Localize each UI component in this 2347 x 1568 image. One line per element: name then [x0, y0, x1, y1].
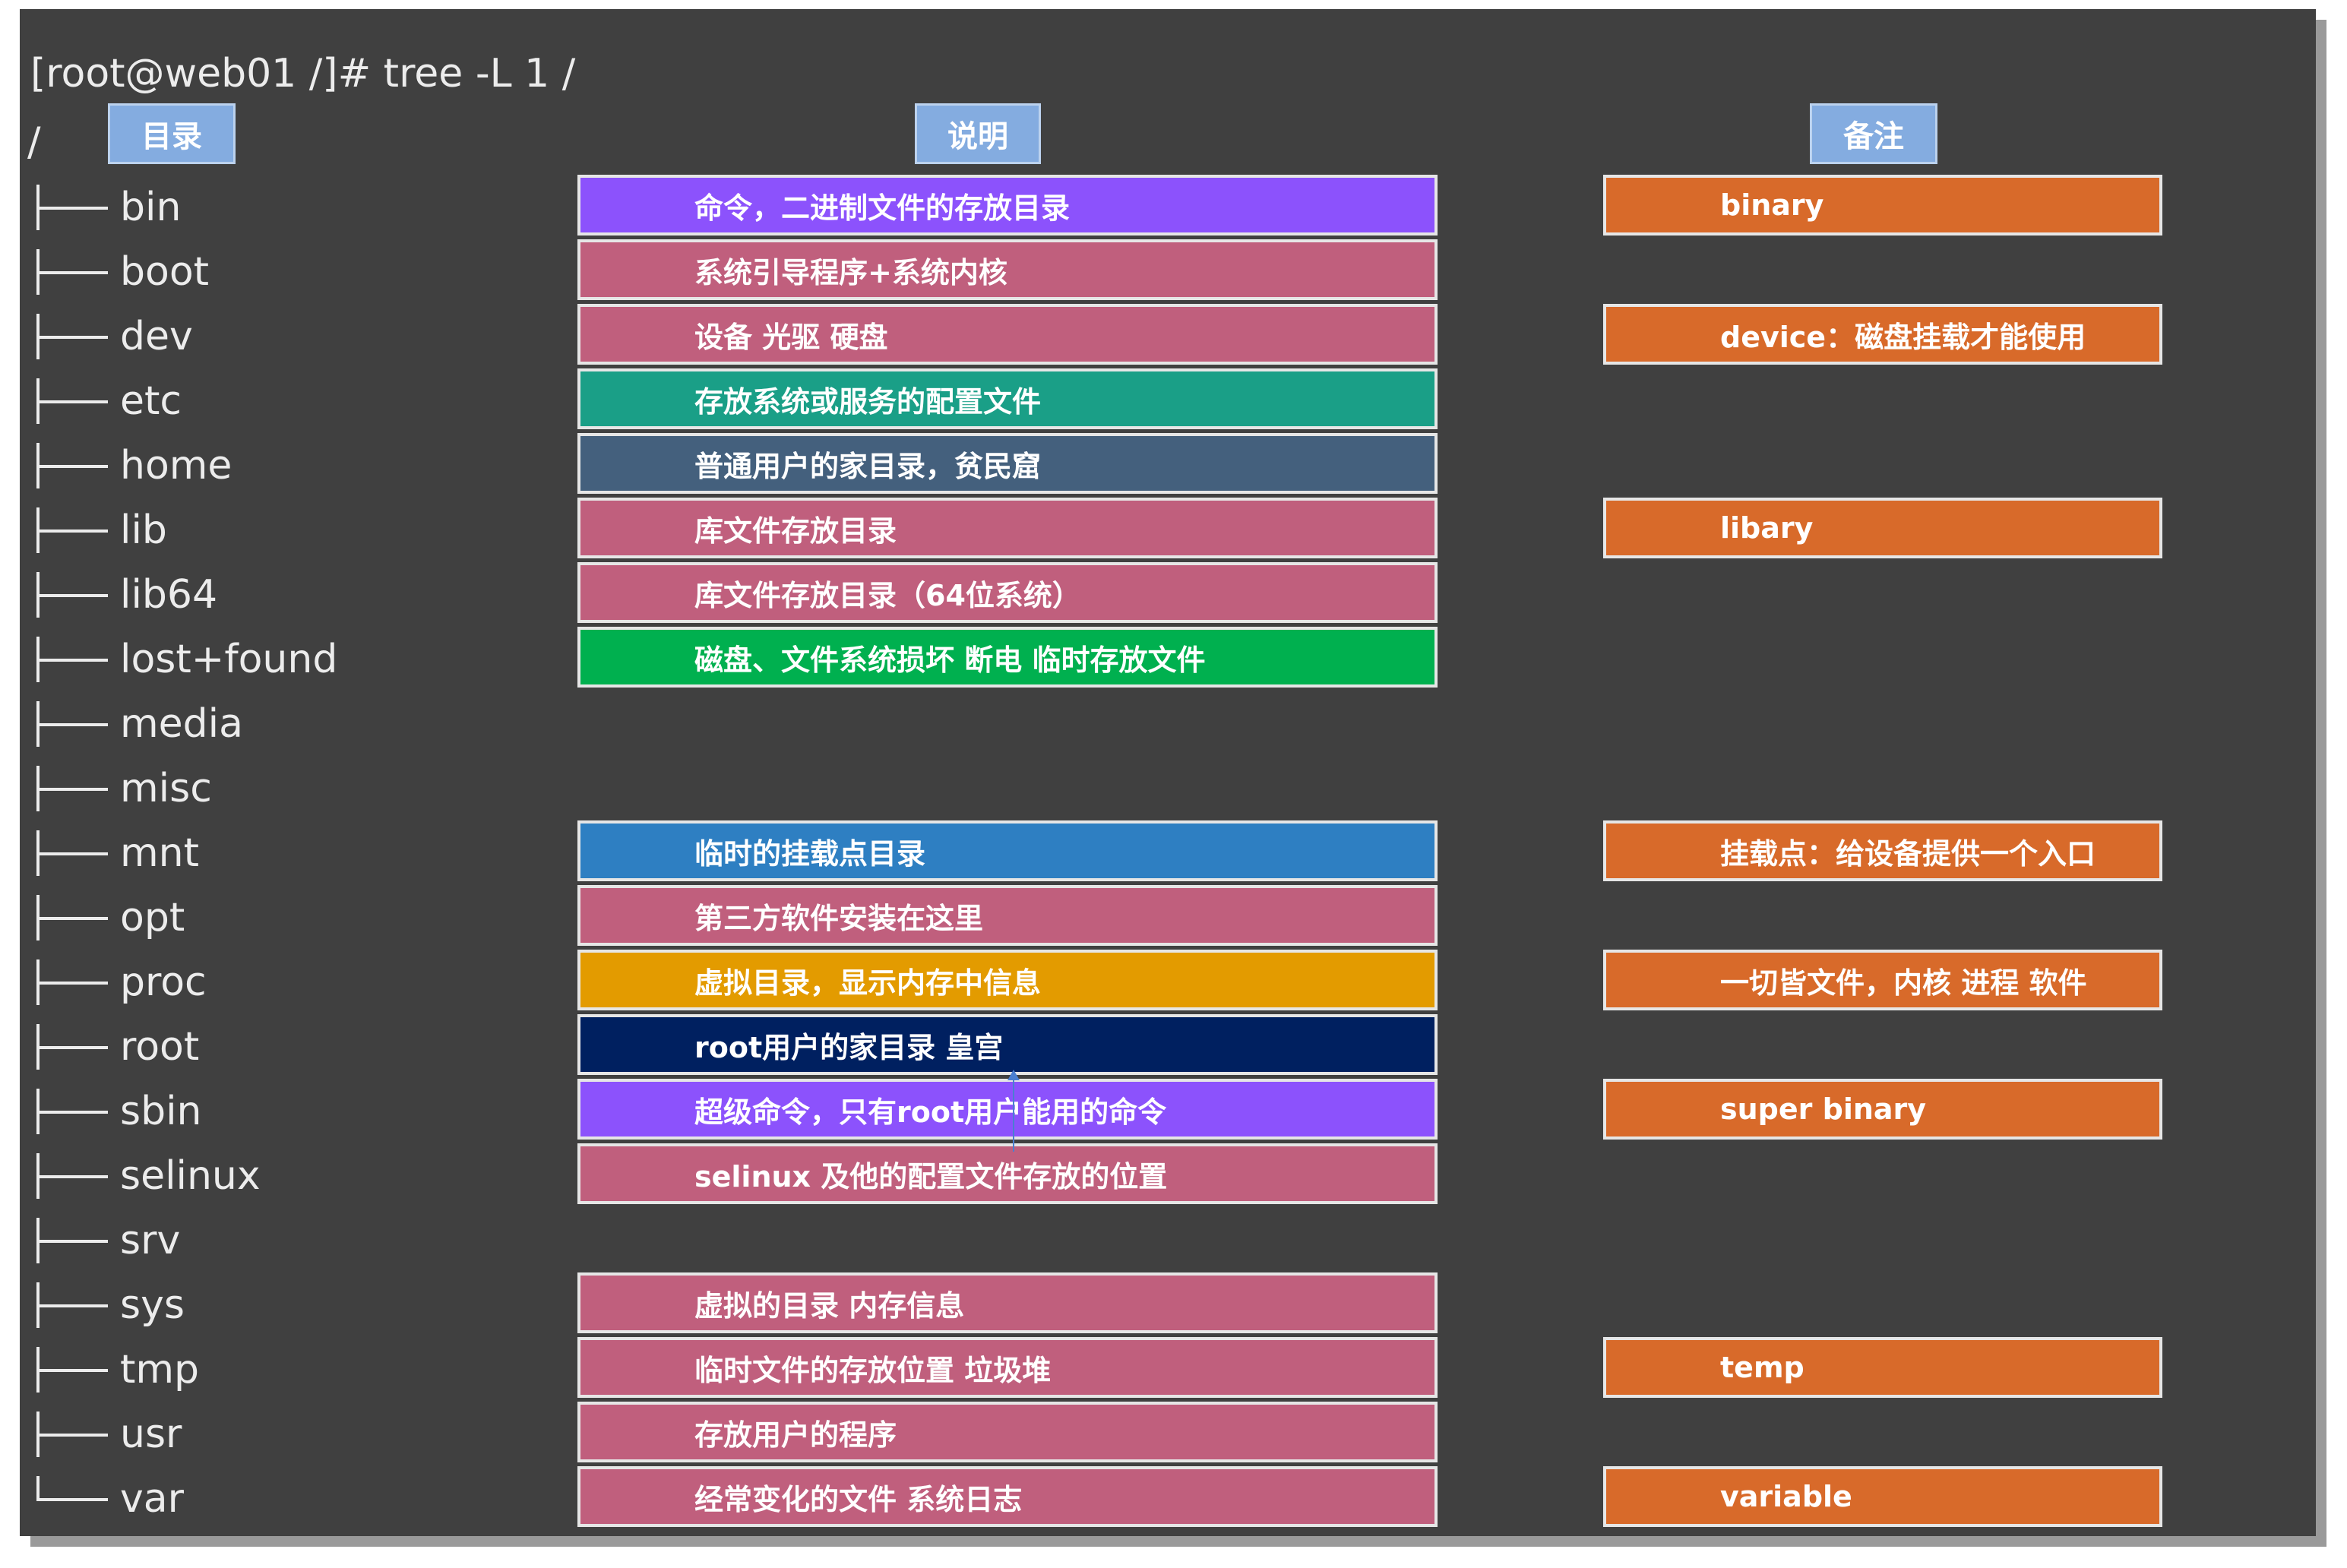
tree-item-mnt: mnt [33, 827, 199, 880]
directory-name: lib64 [120, 572, 218, 618]
note-box: libary [1603, 498, 2162, 558]
tree-branch-connector [33, 249, 112, 295]
tree-branch-connector [33, 701, 112, 747]
note-box: temp [1603, 1337, 2162, 1398]
directory-name: proc [120, 959, 207, 1005]
tree-branch-connector [33, 1347, 112, 1393]
description-box: 设备 光驱 硬盘 [577, 304, 1438, 365]
description-box: 存放系统或服务的配置文件 [577, 368, 1438, 429]
cursor-marker-line [1013, 1079, 1014, 1152]
tree-item-selinux: selinux [33, 1149, 261, 1203]
tree-branch-connector [33, 1153, 112, 1199]
tree-root: / [27, 119, 41, 165]
directory-name: etc [120, 378, 182, 424]
tree-item-srv: srv [33, 1214, 180, 1267]
directory-name: lost+found [120, 637, 338, 682]
directory-name: dev [120, 314, 193, 359]
note-box: variable [1603, 1466, 2162, 1527]
description-box: 虚拟的目录 内存信息 [577, 1272, 1438, 1333]
description-box: root用户的家目录 皇宫 [577, 1014, 1438, 1075]
note-box: device：磁盘挂载才能使用 [1603, 304, 2162, 365]
directory-name: media [120, 701, 243, 747]
tree-item-misc: misc [33, 762, 212, 815]
tree-item-sys: sys [33, 1279, 185, 1332]
tree-item-boot: boot [33, 245, 209, 299]
description-box: selinux 及他的配置文件存放的位置 [577, 1143, 1438, 1204]
tree-item-proc: proc [33, 956, 207, 1009]
directory-name: selinux [120, 1153, 261, 1199]
tree-item-bin: bin [33, 181, 181, 234]
tree-branch-connector [33, 185, 112, 230]
tree-item-lib: lib [33, 504, 167, 557]
directory-name: mnt [120, 830, 199, 876]
description-box: 库文件存放目录（64位系统） [577, 562, 1438, 623]
note-box: binary [1603, 175, 2162, 236]
note-box: super binary [1603, 1079, 2162, 1140]
description-box: 库文件存放目录 [577, 498, 1438, 558]
header-description: 说明 [915, 103, 1041, 164]
description-box: 虚拟目录，显示内存中信息 [577, 950, 1438, 1010]
tree-item-etc: etc [33, 375, 182, 428]
description-box: 临时的挂载点目录 [577, 820, 1438, 881]
directory-name: var [120, 1476, 185, 1522]
directory-name: misc [120, 766, 212, 811]
header-directory: 目录 [108, 103, 236, 164]
tree-branch-connector [33, 766, 112, 811]
tree-branch-connector [33, 637, 112, 682]
description-box: 第三方软件安装在这里 [577, 885, 1438, 946]
tree-item-media: media [33, 697, 243, 751]
tree-item-var: var [33, 1472, 184, 1525]
tree-branch-connector [33, 959, 112, 1005]
tree-branch-connector [33, 443, 112, 488]
tree-branch-connector [33, 1089, 112, 1134]
tree-item-dev: dev [33, 310, 193, 363]
tree-branch-connector [33, 1218, 112, 1263]
tree-branch-connector [33, 830, 112, 876]
tree-branch-connector [33, 507, 112, 553]
tree-item-home: home [33, 439, 232, 492]
directory-name: opt [120, 895, 185, 940]
note-box: 挂载点：给设备提供一个入口 [1603, 820, 2162, 881]
tree-item-root: root [33, 1020, 199, 1073]
tree-item-tmp: tmp [33, 1343, 199, 1396]
description-box: 命令，二进制文件的存放目录 [577, 175, 1438, 236]
description-box: 超级命令，只有root用户能用的命令 [577, 1079, 1438, 1140]
directory-name: sbin [120, 1089, 202, 1134]
tree-branch-connector [33, 895, 112, 940]
tree-branch-connector [33, 1024, 112, 1070]
directory-name: srv [120, 1218, 181, 1263]
tree-branch-connector [33, 1476, 112, 1522]
tree-branch-connector [33, 572, 112, 618]
directory-name: bin [120, 185, 182, 230]
terminal-panel: [root@web01 /]# tree -L 1 / / 目录 说明 备注 b… [20, 9, 2316, 1536]
directory-name: usr [120, 1412, 182, 1457]
tree-item-sbin: sbin [33, 1085, 202, 1138]
shell-command: [root@web01 /]# tree -L 1 / [30, 51, 576, 96]
tree-branch-connector [33, 1282, 112, 1328]
directory-name: tmp [120, 1347, 200, 1393]
directory-name: boot [120, 249, 210, 295]
tree-branch-connector [33, 314, 112, 359]
tree-item-lib64: lib64 [33, 568, 217, 621]
tree-branch-connector [33, 1412, 112, 1457]
description-box: 临时文件的存放位置 垃圾堆 [577, 1337, 1438, 1398]
directory-name: sys [120, 1282, 185, 1328]
tree-item-lost-found: lost+found [33, 633, 337, 686]
header-notes: 备注 [1810, 103, 1937, 164]
tree-item-usr: usr [33, 1408, 182, 1461]
tree-item-opt: opt [33, 891, 185, 944]
description-box: 存放用户的程序 [577, 1402, 1438, 1462]
description-box: 经常变化的文件 系统日志 [577, 1466, 1438, 1527]
directory-name: root [120, 1024, 200, 1070]
directory-name: home [120, 443, 232, 488]
directory-name: lib [120, 507, 167, 553]
tree-branch-connector [33, 378, 112, 424]
description-box: 磁盘、文件系统损坏 断电 临时存放文件 [577, 627, 1438, 688]
description-box: 系统引导程序+系统内核 [577, 239, 1438, 300]
description-box: 普通用户的家目录，贫民窟 [577, 433, 1438, 494]
note-box: 一切皆文件，内核 进程 软件 [1603, 950, 2162, 1010]
